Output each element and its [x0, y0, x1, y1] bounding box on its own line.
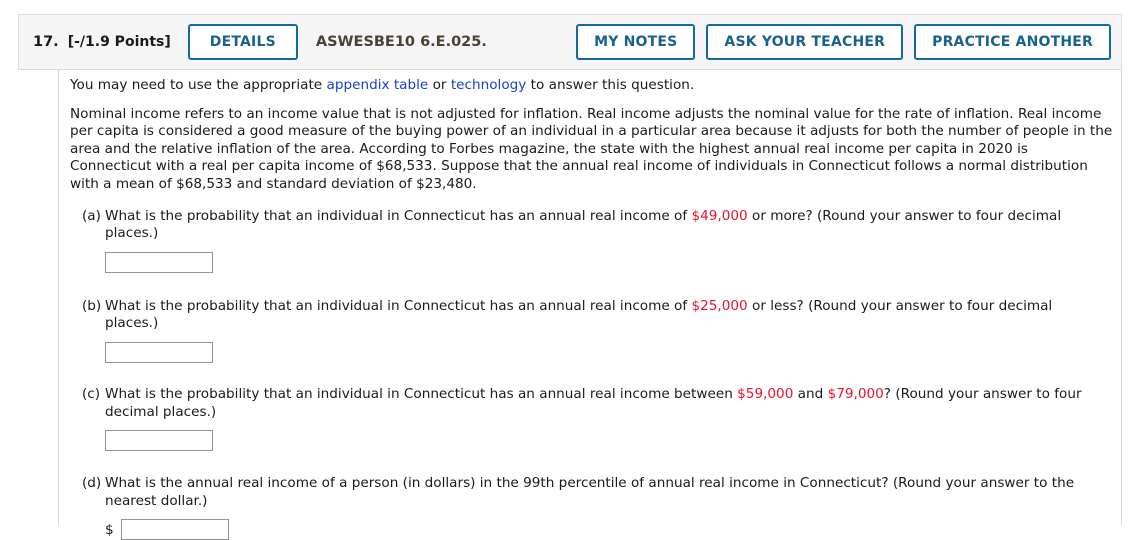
spacer-after-a: [70, 273, 1121, 298]
question-part-d: (d) What is the annual real income of a …: [70, 475, 1121, 540]
spacer-after-c: [70, 451, 1121, 475]
part-c-answer-input[interactable]: [105, 430, 213, 452]
question-number: 17.: [33, 34, 59, 50]
part-c-content: What is the probability that an individu…: [105, 386, 1121, 452]
ask-your-teacher-button[interactable]: ASK YOUR TEACHER: [706, 24, 904, 60]
part-d-label: (d): [82, 475, 102, 492]
part-b-label: (b): [82, 297, 102, 314]
details-button[interactable]: DETAILS: [187, 24, 298, 60]
hint-text-before: You may need to use the appropriate: [70, 77, 327, 93]
header-actions: MY NOTES ASK YOUR TEACHER PRACTICE ANOTH…: [576, 24, 1111, 60]
part-a-label: (a): [82, 207, 101, 224]
question-part-a: (a) What is the probability that an indi…: [70, 208, 1121, 273]
part-a-text-1: What is the probability that an individu…: [105, 207, 692, 224]
part-a-content: What is the probability that an individu…: [105, 208, 1121, 273]
part-a-answer-row: [105, 251, 1121, 273]
part-b-text-1: What is the probability that an individu…: [105, 297, 692, 314]
resource-hint-line: You may need to use the appropriate appe…: [70, 77, 1121, 93]
part-c-value-2: $79,000: [827, 385, 884, 402]
question-header-bar: 17. [-/1.9 Points] DETAILS ASWESBE10 6.E…: [18, 14, 1122, 70]
part-c-text-1: What is the probability that an individu…: [105, 385, 738, 402]
hint-text-between: or: [428, 77, 451, 93]
spacer-after-b: [70, 363, 1121, 386]
hint-text-after: to answer this question.: [526, 77, 695, 93]
part-b-content: What is the probability that an individu…: [105, 298, 1121, 363]
part-a-text: What is the probability that an individu…: [105, 208, 1103, 243]
question-code: ASWESBE10 6.E.025.: [315, 34, 487, 50]
part-a-answer-input[interactable]: [105, 251, 213, 273]
question-part-c: (c) What is the probability that an indi…: [70, 385, 1121, 452]
part-b-value-1: $25,000: [691, 297, 748, 314]
part-d-answer-input[interactable]: [120, 519, 229, 540]
my-notes-button[interactable]: MY NOTES: [576, 24, 696, 60]
technology-link[interactable]: technology: [451, 77, 526, 93]
part-d-answer-row: $: [105, 519, 1121, 540]
part-b-answer-row: [105, 341, 1121, 363]
practice-another-button[interactable]: PRACTICE ANOTHER: [914, 24, 1111, 60]
dollar-sign-prefix: $: [105, 521, 114, 538]
part-c-text: What is the probability that an individu…: [105, 386, 1103, 421]
part-c-label: (c): [82, 385, 101, 402]
part-d-text: What is the annual real income of a pers…: [105, 475, 1075, 509]
problem-statement: Nominal income refers to an income value…: [70, 105, 1113, 192]
part-b-answer-input[interactable]: [105, 341, 213, 363]
appendix-table-link[interactable]: appendix table: [327, 77, 429, 93]
part-d-content: What is the annual real income of a pers…: [105, 475, 1121, 540]
part-c-value-1: $59,000: [737, 385, 794, 402]
part-c-text-2: and: [793, 385, 828, 402]
part-a-value-1: $49,000: [691, 207, 748, 224]
points-indicator: [-/1.9 Points]: [67, 34, 171, 50]
part-c-answer-row: [105, 430, 1121, 452]
part-b-text: What is the probability that an individu…: [105, 298, 1103, 333]
question-body-panel: You may need to use the appropriate appe…: [58, 70, 1122, 540]
question-part-b: (b) What is the probability that an indi…: [70, 298, 1121, 363]
